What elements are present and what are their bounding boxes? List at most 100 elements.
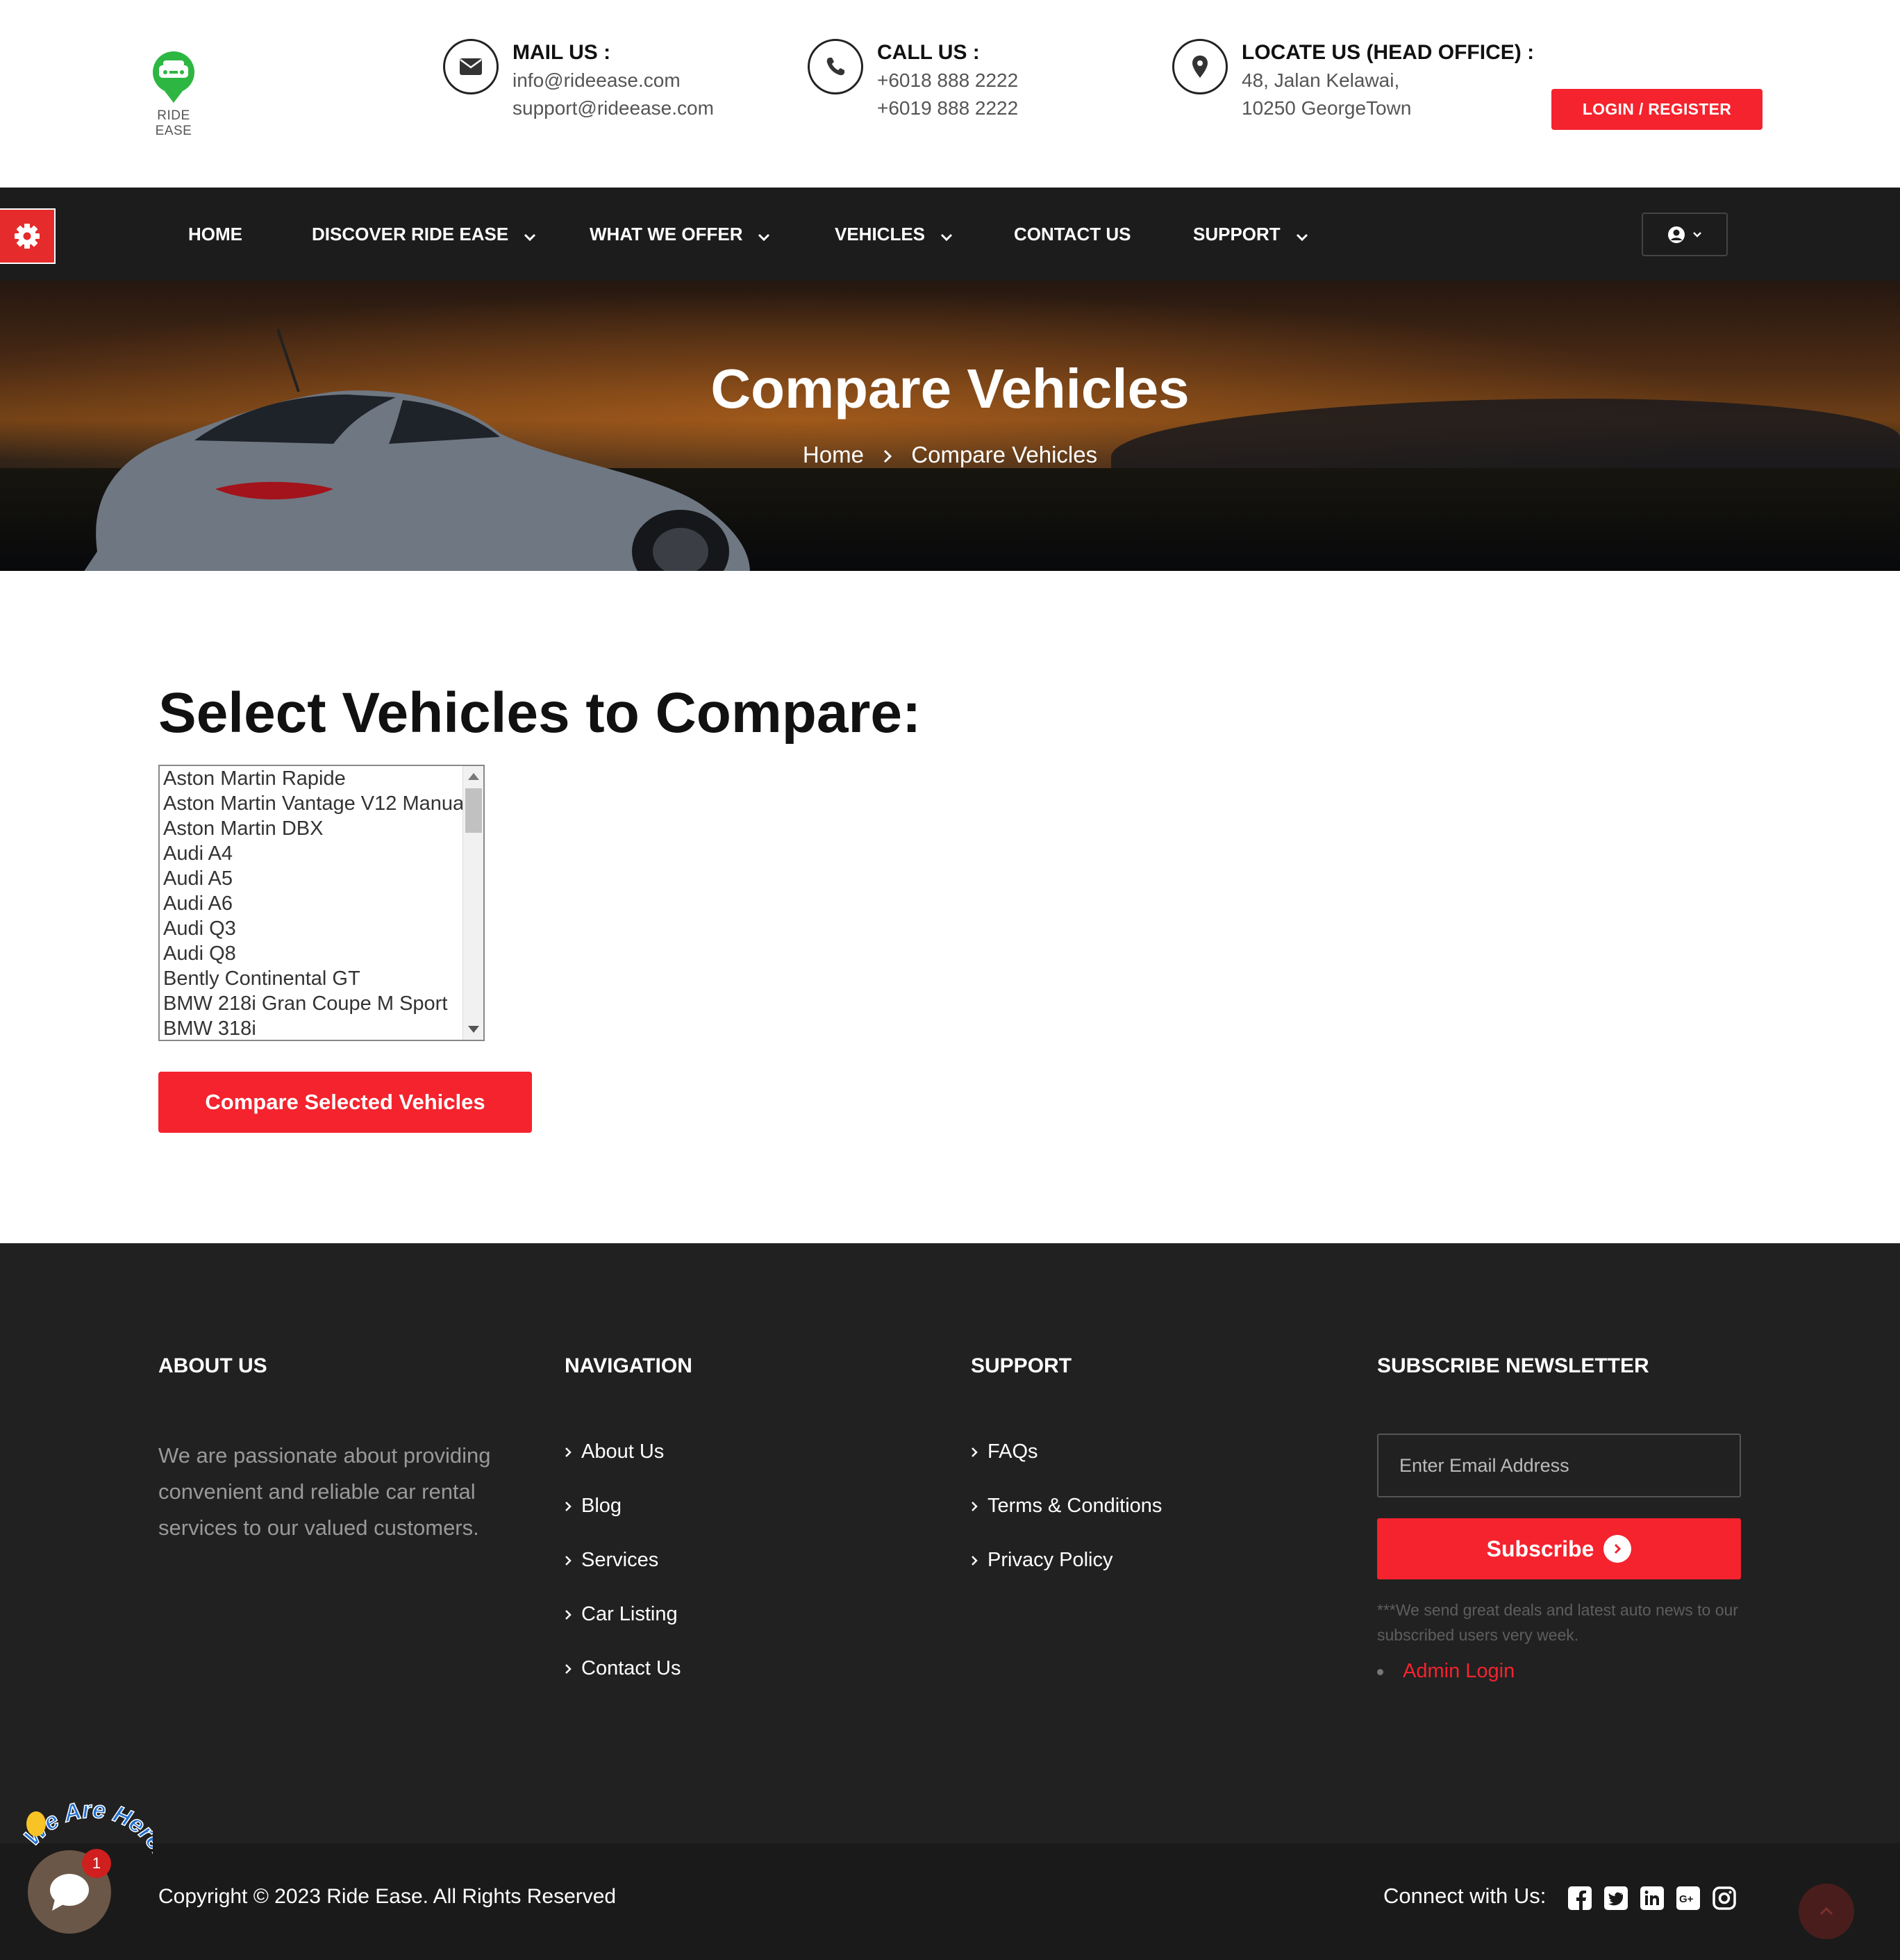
vehicle-option[interactable]: Bently Continental GT xyxy=(160,966,483,991)
nav-home[interactable]: HOME xyxy=(188,188,242,281)
footer-link-label: Blog xyxy=(581,1495,622,1517)
footer-link-label: Contact Us xyxy=(581,1657,681,1679)
nav-contact-label: CONTACT US xyxy=(1014,224,1131,244)
nav-support[interactable]: SUPPORT xyxy=(1193,188,1308,281)
scroll-to-top-button[interactable] xyxy=(1799,1884,1854,1939)
footer-navigation-heading: NAVIGATION xyxy=(565,1354,692,1377)
footer-link-car-listing[interactable]: Car Listing xyxy=(565,1600,681,1654)
subscribe-button[interactable]: Subscribe xyxy=(1377,1518,1741,1579)
footer-link-blog[interactable]: Blog xyxy=(565,1492,681,1546)
facebook-icon[interactable] xyxy=(1568,1886,1592,1910)
footer-bottom-bar: Copyright © 2023 Ride Ease. All Rights R… xyxy=(0,1843,1900,1960)
user-account-dropdown[interactable] xyxy=(1642,213,1728,256)
vehicle-option[interactable]: Audi A4 xyxy=(160,841,483,866)
chevron-right-icon xyxy=(565,1601,572,1629)
footer-link-about-us[interactable]: About Us xyxy=(565,1438,681,1492)
login-register-button[interactable]: LOGIN / REGISTER xyxy=(1551,89,1762,130)
chevron-right-icon xyxy=(971,1493,978,1520)
chevron-down-icon xyxy=(524,189,536,282)
ride-ease-logo[interactable]: RIDE EASE xyxy=(139,49,208,139)
chevron-right-icon xyxy=(565,1655,572,1683)
scroll-down-arrow-icon[interactable] xyxy=(468,1026,479,1033)
scrollbar-thumb[interactable] xyxy=(465,788,482,833)
mail-line-2[interactable]: support@rideease.com xyxy=(512,94,714,122)
chat-unread-badge: 1 xyxy=(82,1849,111,1878)
vehicle-option[interactable]: Audi A5 xyxy=(160,866,483,891)
footer-link-services[interactable]: Services xyxy=(565,1546,681,1600)
vehicle-multiselect-list[interactable]: Aston Martin Rapide Aston Martin Vantage… xyxy=(158,765,485,1041)
vehicle-option[interactable]: Aston Martin Vantage V12 Manual xyxy=(160,791,483,816)
footer-link-contact-us[interactable]: Contact Us xyxy=(565,1654,681,1709)
nav-vehicles[interactable]: VEHICLES xyxy=(835,188,953,281)
chevron-down-icon xyxy=(758,189,770,282)
nav-discover-label: DISCOVER RIDE EASE xyxy=(312,224,509,244)
svg-text:G+: G+ xyxy=(1679,1893,1694,1905)
top-header: RIDE EASE MAIL US : info@rideease.com su… xyxy=(0,0,1900,188)
footer-link-terms[interactable]: Terms & Conditions xyxy=(971,1492,1162,1546)
footer-about-column: ABOUT US We are passionate about providi… xyxy=(158,1354,491,1540)
breadcrumb-home-link[interactable]: Home xyxy=(803,442,864,467)
footer-link-faqs[interactable]: FAQs xyxy=(971,1438,1162,1492)
locate-us-title: LOCATE US (HEAD OFFICE) : xyxy=(1242,41,1535,64)
nav-home-label: HOME xyxy=(188,224,242,244)
admin-login-link[interactable]: Admin Login xyxy=(1377,1660,1515,1683)
scroll-up-arrow-icon[interactable] xyxy=(468,773,479,780)
car-pin-logo-icon xyxy=(153,51,194,103)
phone-line-2[interactable]: +6019 888 2222 xyxy=(877,94,1018,122)
chevron-down-icon xyxy=(1693,231,1701,238)
address-line-1: 48, Jalan Kelawai, xyxy=(1242,69,1400,91)
chevron-down-icon xyxy=(940,189,953,282)
google-plus-icon[interactable]: G+ xyxy=(1676,1886,1700,1910)
vehicle-option[interactable]: BMW 318i xyxy=(160,1016,483,1040)
copyright-text: Copyright © 2023 Ride Ease. All Rights R… xyxy=(158,1885,617,1908)
mail-us-title: MAIL US : xyxy=(512,41,611,64)
footer-about-text: We are passionate about providing conven… xyxy=(158,1443,491,1540)
vehicle-option[interactable]: Aston Martin DBX xyxy=(160,816,483,841)
waving-hand-icon xyxy=(26,1811,46,1836)
chevron-up-icon xyxy=(1819,1907,1833,1916)
vehicle-option[interactable]: Aston Martin Rapide xyxy=(160,766,483,791)
map-pin-icon xyxy=(1172,39,1228,94)
compare-selected-vehicles-button[interactable]: Compare Selected Vehicles xyxy=(158,1072,532,1133)
nav-support-label: SUPPORT xyxy=(1193,224,1281,244)
footer-newsletter-heading: SUBSCRIBE NEWSLETTER xyxy=(1377,1354,1649,1377)
instagram-icon[interactable] xyxy=(1712,1886,1736,1910)
twitter-icon[interactable] xyxy=(1604,1886,1628,1910)
nav-offer-label: WHAT WE OFFER xyxy=(590,224,743,244)
nav-what-we-offer[interactable]: WHAT WE OFFER xyxy=(590,188,770,281)
footer-link-label: Car Listing xyxy=(581,1603,678,1625)
select-vehicles-heading: Select Vehicles to Compare: xyxy=(158,681,922,745)
chevron-right-icon xyxy=(971,1438,978,1466)
chevron-right-icon xyxy=(565,1438,572,1466)
page-hero-banner: Compare Vehicles Home Compare Vehicles xyxy=(0,281,1900,571)
nav-discover-ride-ease[interactable]: DISCOVER RIDE EASE xyxy=(312,188,536,281)
chevron-right-icon xyxy=(565,1493,572,1520)
breadcrumb: Home Compare Vehicles xyxy=(0,442,1900,470)
footer-navigation-column: NAVIGATION About Us Blog Services Car Li… xyxy=(565,1354,692,1679)
settings-gear-button[interactable] xyxy=(0,208,56,264)
envelope-icon xyxy=(443,39,499,94)
newsletter-email-input[interactable] xyxy=(1377,1434,1741,1497)
nav-contact-us[interactable]: CONTACT US xyxy=(1014,188,1131,281)
footer-link-label: Services xyxy=(581,1549,659,1571)
phone-line-1[interactable]: +6018 888 2222 xyxy=(877,67,1018,94)
breadcrumb-current: Compare Vehicles xyxy=(911,442,1098,467)
arrow-right-circle-icon xyxy=(1603,1535,1632,1563)
linkedin-icon[interactable] xyxy=(1640,1886,1664,1910)
vehicle-option[interactable]: Audi A6 xyxy=(160,891,483,916)
main-navbar: HOME DISCOVER RIDE EASE WHAT WE OFFER VE… xyxy=(0,188,1900,281)
vehicle-option[interactable]: BMW 218i Gran Coupe M Sport xyxy=(160,991,483,1016)
vehicle-option[interactable]: Audi Q8 xyxy=(160,941,483,966)
phone-icon xyxy=(808,39,863,94)
connect-label: Connect with Us: xyxy=(1383,1884,1547,1908)
gear-icon xyxy=(15,224,40,249)
subscribe-button-label: Subscribe xyxy=(1486,1536,1594,1561)
footer-link-label: Privacy Policy xyxy=(988,1549,1113,1571)
chat-bubble-icon xyxy=(50,1874,89,1911)
vehicle-option[interactable]: Audi Q3 xyxy=(160,916,483,941)
footer-link-privacy[interactable]: Privacy Policy xyxy=(971,1546,1162,1600)
listbox-scrollbar[interactable] xyxy=(462,766,483,1040)
user-circle-icon xyxy=(1668,226,1685,243)
mail-line-1[interactable]: info@rideease.com xyxy=(512,67,714,94)
footer-about-heading: ABOUT US xyxy=(158,1354,267,1377)
